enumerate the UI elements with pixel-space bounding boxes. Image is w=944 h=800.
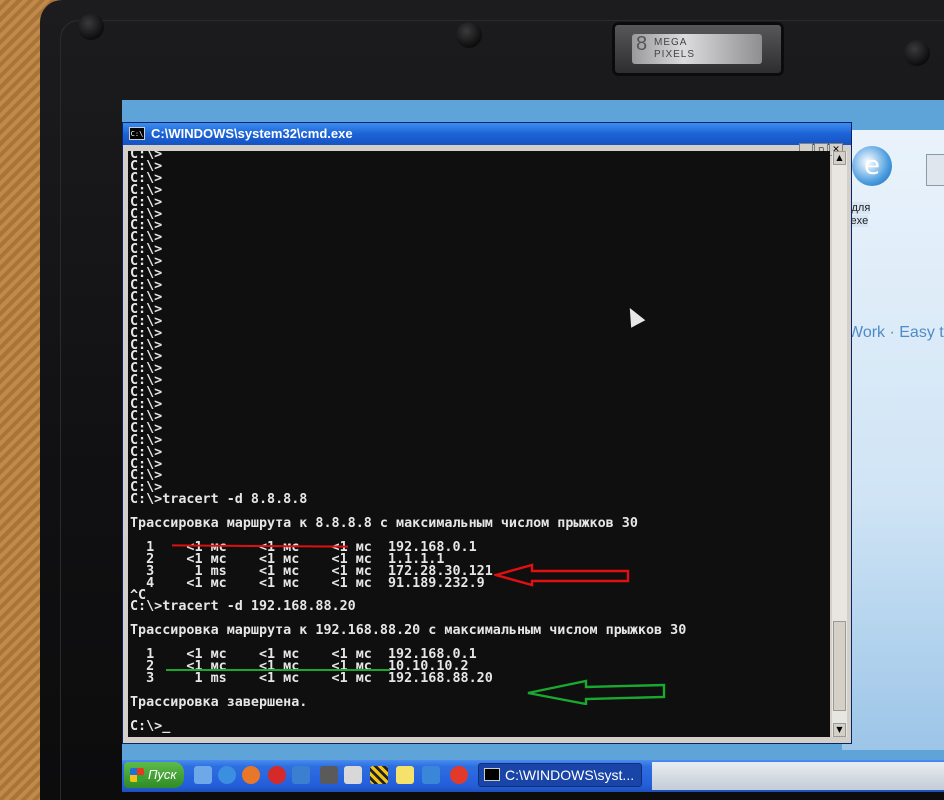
quicklaunch-app-icon[interactable] bbox=[292, 766, 310, 784]
cmd-icon[interactable]: C:\ bbox=[129, 127, 145, 140]
quicklaunch-firefox-icon[interactable] bbox=[242, 766, 260, 784]
console-output[interactable]: C:\> C:\> C:\> C:\> C:\> C:\> C:\> C:\> … bbox=[128, 151, 830, 737]
title-bar[interactable]: C:\ C:\WINDOWS\system32\cmd.exe bbox=[123, 123, 851, 145]
ie-icon[interactable]: e bbox=[852, 146, 892, 186]
scroll-thumb[interactable] bbox=[833, 621, 846, 711]
scroll-down-icon[interactable]: ▼ bbox=[833, 723, 846, 737]
desktop: e < для x.exe Work · Easy to bbox=[842, 130, 944, 750]
cmd-icon bbox=[484, 768, 500, 781]
quicklaunch-browser-icon[interactable] bbox=[450, 766, 468, 784]
taskbar-cmd-button[interactable]: C:\WINDOWS\syst... bbox=[478, 763, 642, 787]
webcam-brand-line2: PIXELS bbox=[654, 49, 696, 60]
console-text: C:\> C:\> C:\> C:\> C:\> C:\> C:\> C:\> … bbox=[130, 151, 687, 734]
webcam: 8 MEGA PIXELS bbox=[612, 22, 784, 76]
quicklaunch-picture-icon[interactable] bbox=[422, 766, 440, 784]
red-arrow-icon bbox=[494, 563, 630, 587]
screen: e < для x.exe Work · Easy to C:\ C:\WIND… bbox=[122, 100, 944, 792]
taskbar-cmd-label: C:\WINDOWS\syst... bbox=[505, 767, 635, 783]
start-button[interactable]: Пуск bbox=[124, 762, 184, 788]
quicklaunch-terminal-icon[interactable] bbox=[320, 766, 338, 784]
green-arrow-icon bbox=[527, 679, 666, 705]
quicklaunch-opera-icon[interactable] bbox=[268, 766, 286, 784]
quicklaunch-tool-icon[interactable] bbox=[370, 766, 388, 784]
window-title: C:\WINDOWS\system32\cmd.exe bbox=[151, 126, 353, 141]
webcam-brand-line1: MEGA bbox=[654, 37, 688, 48]
taskbar: Пуск C:\WINDOWS\syst... bbox=[122, 760, 944, 792]
cmd-window[interactable]: C:\ C:\WINDOWS\system32\cmd.exe _ ▫ ✕ C:… bbox=[122, 122, 852, 744]
bezel-bumper bbox=[904, 40, 930, 66]
bezel-bumper bbox=[78, 14, 104, 40]
quicklaunch-ie-icon[interactable] bbox=[218, 766, 236, 784]
scroll-up-icon[interactable]: ▲ bbox=[833, 151, 846, 165]
taskbar-empty-area bbox=[652, 762, 944, 790]
quicklaunch-light-icon[interactable] bbox=[396, 766, 414, 784]
bezel-bumper bbox=[456, 22, 482, 48]
desktop-banner-text: Work · Easy to bbox=[848, 324, 944, 341]
start-label: Пуск bbox=[148, 767, 177, 782]
webcam-label: 8 MEGA PIXELS bbox=[632, 34, 762, 64]
quicklaunch-window-icon[interactable] bbox=[344, 766, 362, 784]
webcam-badge: 8 bbox=[636, 33, 649, 55]
green-underline bbox=[166, 669, 390, 671]
quicklaunch-desktop-icon[interactable] bbox=[194, 766, 212, 784]
vertical-scrollbar[interactable]: ▲ ▼ bbox=[832, 151, 847, 737]
file-icon[interactable] bbox=[926, 154, 944, 186]
desktop-icon-label[interactable]: < для x.exe bbox=[842, 202, 942, 228]
windows-logo-icon bbox=[130, 768, 144, 782]
